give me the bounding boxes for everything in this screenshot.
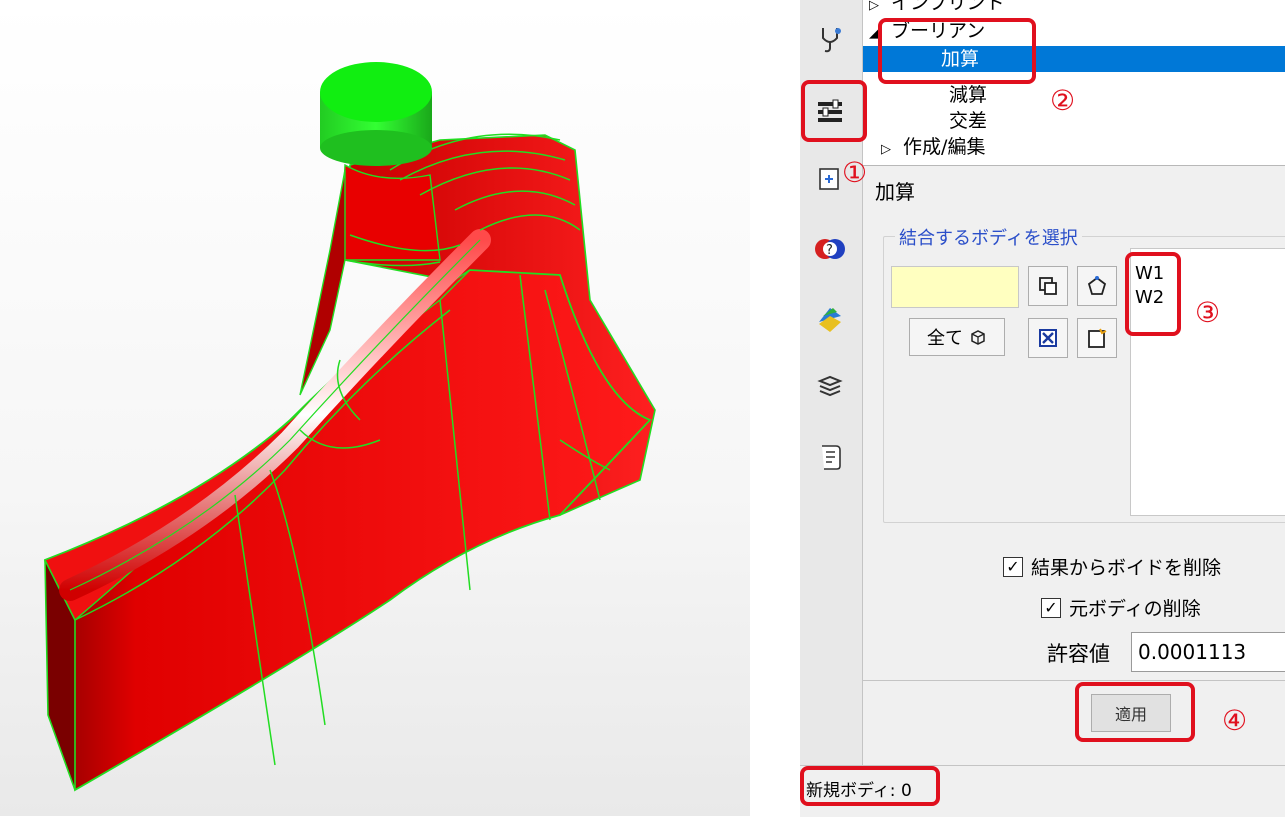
remove-voids-option[interactable]: ✓ 結果からボイドを削除 (1003, 553, 1221, 580)
annotation-box-tree (878, 18, 1036, 84)
select-pentagon-button[interactable] (1077, 266, 1117, 306)
tolerance-value: 0.0001113 (1138, 640, 1247, 664)
annotation-number: ② (1050, 84, 1076, 117)
checkbox-label: 結果からボイドを削除 (1031, 557, 1222, 579)
divider (863, 680, 1285, 681)
annotation-number: ④ (1222, 704, 1248, 737)
body-selection-field[interactable] (891, 266, 1019, 308)
annotation-box-bodies (1125, 252, 1181, 336)
delete-original-option[interactable]: ✓ 元ボディの削除 (1041, 594, 1201, 621)
model-cylinder-top (320, 62, 432, 122)
group-label: 結合するボディを選択 (895, 224, 1082, 250)
annotation-box-status (800, 766, 940, 806)
model-cylinder-bottom (320, 130, 432, 166)
remove-selection-button[interactable] (1028, 318, 1068, 358)
help-icon[interactable]: ? (813, 232, 847, 266)
tree-item-label: 交差 (949, 110, 988, 132)
tree-item-imprint[interactable]: ▷ インプリント (863, 0, 1285, 16)
tree-item-label: 作成/編集 (903, 136, 986, 158)
annotation-number: ③ (1195, 296, 1221, 329)
annotation-number: ① (842, 156, 868, 189)
layers-color-icon[interactable] (813, 302, 847, 336)
expand-arrow-icon[interactable]: ▷ (863, 0, 885, 19)
tolerance-label: 許容値 (1047, 642, 1110, 666)
model-left-side (299, 169, 346, 396)
checkbox[interactable]: ✓ (1041, 597, 1061, 618)
new-sheet-icon (1088, 328, 1107, 348)
3d-viewport[interactable] (0, 0, 750, 816)
tolerance-select[interactable]: 0.0001113 ▼ (1131, 632, 1285, 672)
tree-item-label: 減算 (949, 84, 988, 106)
checkbox-label: 元ボディの削除 (1069, 598, 1201, 620)
operation-title: 加算 (875, 180, 915, 204)
copy-body-icon (1039, 277, 1057, 295)
remove-icon (1039, 329, 1057, 347)
operations-panel: ? ▷ インプリント ◢ ブーリアン 加算 減算 交差 ▷ 作成/編集 加算 結… (800, 0, 1285, 817)
svg-text:?: ? (826, 243, 833, 258)
expand-arrow-icon[interactable]: ▷ (875, 137, 897, 163)
select-all-label: 全て (927, 328, 963, 349)
model-neck (339, 163, 441, 261)
checkbox[interactable]: ✓ (1003, 556, 1023, 577)
tree-item-label: インプリント (891, 0, 1005, 14)
select-all-button[interactable]: 全て (909, 318, 1005, 356)
cad-model (44, 62, 656, 792)
tree-item-create-edit[interactable]: ▷ 作成/編集 (863, 134, 1285, 160)
stethoscope-icon[interactable] (813, 22, 847, 56)
stack-icon[interactable] (813, 370, 847, 404)
new-selection-button[interactable] (1077, 318, 1117, 358)
annotation-box-apply (1075, 682, 1195, 742)
pentagon-icon (1087, 276, 1107, 295)
select-body-button[interactable] (1028, 266, 1068, 306)
script-icon[interactable] (813, 440, 847, 474)
annotation-box-toolbar (801, 80, 867, 142)
box-icon (971, 330, 985, 345)
